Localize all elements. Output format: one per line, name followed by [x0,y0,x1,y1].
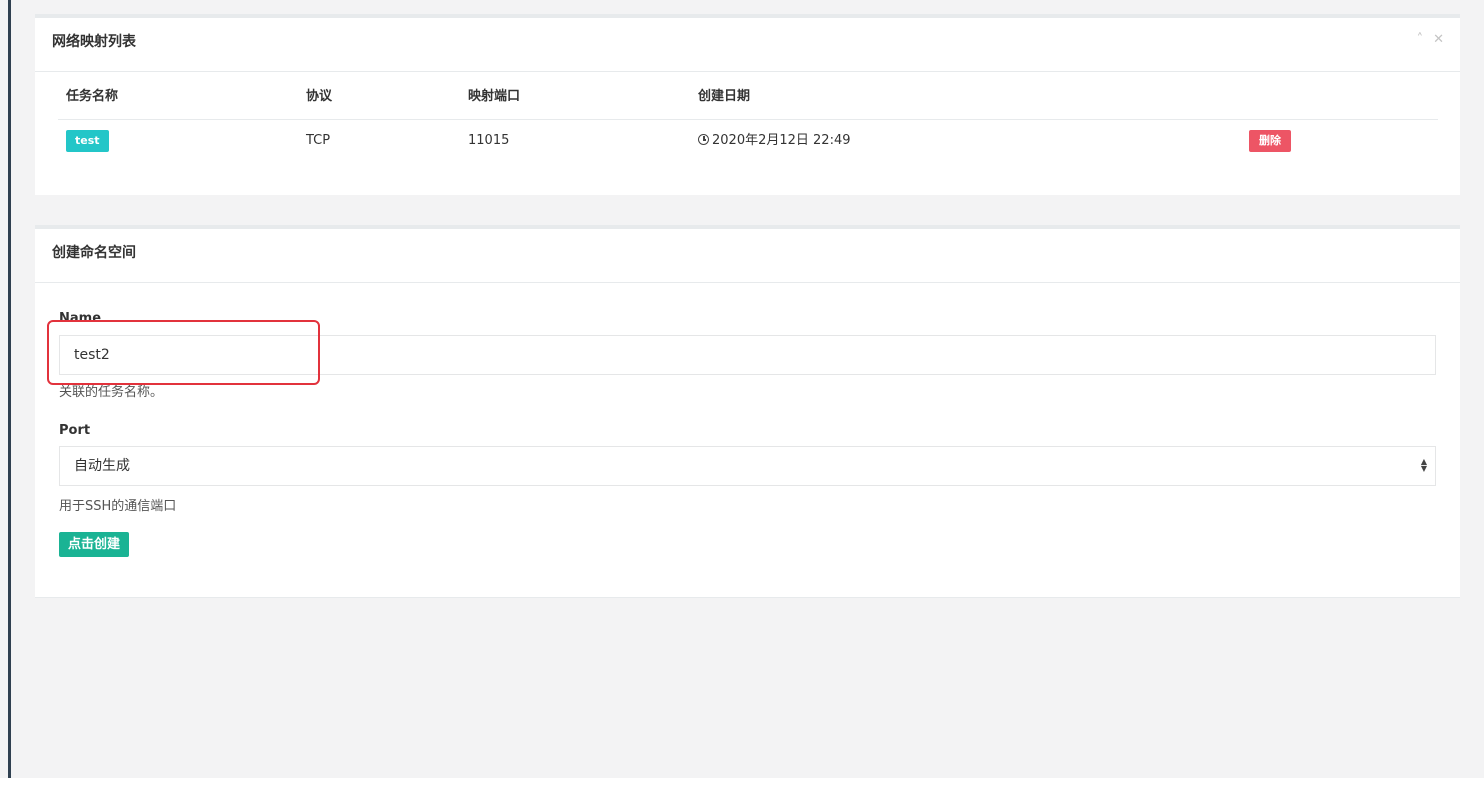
sidebar-edge [8,0,11,778]
panel-tools: ˄ ✕ [1417,32,1444,47]
create-button[interactable]: 点击创建 [59,532,130,557]
select-arrows-icon: ▲ ▼ [1420,457,1427,473]
delete-button[interactable]: 删除 [1249,130,1291,152]
panel-title: 创建命名空间 [52,245,136,261]
created-date: 2020年2月12日 22:49 [712,133,851,148]
created-cell: 2020年2月12日 22:49 [698,120,851,162]
name-input[interactable]: test2 [59,335,1436,375]
close-icon[interactable]: ✕ [1433,32,1444,47]
create-namespace-panel: 创建命名空间 Name test2 关联的任务名称。 Port 自动生成 ▲ ▼ … [35,225,1460,598]
network-mapping-panel: 网络映射列表 ˄ ✕ 任务名称 协议 映射端口 创建日期 test TCP 11… [35,14,1460,195]
task-name-cell: test [66,120,109,162]
column-header-protocol: 协议 [306,89,333,104]
protocol-cell: TCP [306,133,331,148]
task-name-label[interactable]: test [66,130,109,152]
port-selected-value: 自动生成 [74,458,130,474]
action-cell: 删除 [1249,120,1291,162]
port-cell: 11015 [468,133,510,148]
panel-title: 网络映射列表 [52,34,136,50]
port-label: Port [59,423,91,438]
mapping-table: 任务名称 协议 映射端口 创建日期 test TCP 11015 2020年2月… [58,89,1438,176]
panel-header: 创建命名空间 [35,229,1460,283]
column-header-port: 映射端口 [468,89,521,104]
column-header-created: 创建日期 [698,89,751,104]
table-header: 任务名称 协议 映射端口 创建日期 [58,76,1438,120]
chevron-up-icon[interactable]: ˄ [1417,32,1424,47]
port-select[interactable]: 自动生成 ▲ ▼ [59,446,1436,486]
name-label: Name [59,311,102,326]
clock-icon [698,134,709,145]
port-help-text: 用于SSH的通信端口 [59,499,177,514]
column-header-task-name: 任务名称 [66,89,119,104]
panel-header: 网络映射列表 ˄ ✕ [35,18,1460,72]
name-help-text: 关联的任务名称。 [59,385,164,400]
table-row: test TCP 11015 2020年2月12日 22:49 删除 [58,120,1438,162]
